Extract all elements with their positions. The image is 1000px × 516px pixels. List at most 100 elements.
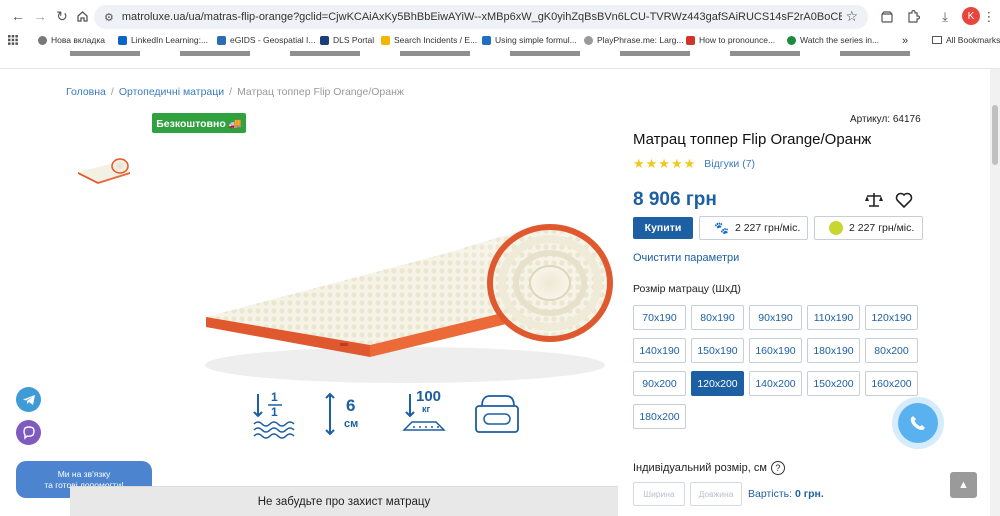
firmness-ratio-bottom: 1 — [271, 405, 278, 419]
size-label: Розмір матрацу (ШхД) — [633, 283, 741, 295]
clear-params-link[interactable]: Очистити параметри — [633, 252, 739, 264]
custom-size-label: Індивідуальний розмір, см ? — [633, 461, 785, 475]
bookmark-favicon — [584, 35, 593, 45]
bookmark-item[interactable]: Watch the series in... — [787, 35, 879, 45]
size-option-180x200[interactable]: 180x200 — [633, 404, 686, 429]
buy-button[interactable]: Купити — [633, 217, 693, 239]
size-option-110x190[interactable]: 110x190 — [807, 305, 860, 330]
site-settings-icon[interactable]: ⚙ — [104, 11, 114, 24]
size-option-160x190[interactable]: 160x190 — [749, 338, 802, 363]
apps-grid-icon[interactable] — [8, 35, 18, 45]
bookmark-item[interactable]: PlayPhrase.me: Larg... — [584, 35, 683, 45]
size-option-160x200[interactable]: 160x200 — [865, 371, 918, 396]
browser-toolbar: ← → ↻ ⚙ matroluxe.ua/ua/matras-flip-oran… — [0, 0, 1000, 33]
bookmark-item[interactable]: Search Incidents / E... — [381, 35, 477, 45]
telegram-button[interactable] — [16, 387, 41, 412]
feature-icons-row: 1 1 6 см 100 кг — [250, 388, 530, 440]
forward-icon[interactable]: → — [28, 4, 52, 28]
menu-kebab-icon[interactable]: ⋮ — [982, 6, 996, 28]
height-value: 6 — [346, 396, 356, 415]
size-option-80x200[interactable]: 80x200 — [865, 338, 918, 363]
installment-button-mono[interactable]: 2 227 грн/міс. — [814, 216, 923, 240]
extension-icon[interactable] — [876, 6, 898, 28]
bookmark-favicon — [118, 35, 127, 45]
length-input[interactable]: Довжина — [690, 482, 742, 506]
bookmark-item[interactable]: DLS Portal — [320, 35, 374, 45]
size-option-90x200[interactable]: 90x200 — [633, 371, 686, 396]
bookmark-item[interactable]: How to pronounce... — [686, 35, 775, 45]
home-icon[interactable] — [70, 4, 94, 28]
bookmark-favicon — [482, 35, 491, 45]
installment-button-paw[interactable]: 🐾 2 227 грн/міс. — [699, 216, 808, 240]
puzzle-icon[interactable] — [902, 6, 924, 28]
compare-scales-icon[interactable] — [865, 191, 883, 209]
size-option-80x190[interactable]: 80x190 — [691, 305, 744, 330]
free-delivery-badge: Безкоштовно 🚚 — [152, 113, 246, 133]
telegram-icon — [22, 394, 35, 405]
site-nav-menu[interactable] — [70, 51, 920, 56]
folder-icon — [932, 36, 942, 44]
breadcrumb-separator: / — [110, 86, 114, 98]
back-icon[interactable]: ← — [6, 4, 30, 28]
phone-icon — [910, 416, 925, 430]
callback-phone-button[interactable] — [898, 403, 938, 443]
star-icons: ★★★★★ — [633, 156, 697, 171]
address-bar[interactable]: ⚙ matroluxe.ua/ua/matras-flip-orange?gcl… — [94, 5, 868, 29]
breadcrumb-separator: / — [229, 86, 233, 98]
breadcrumb-home-link[interactable]: Головна — [66, 86, 106, 98]
bookmarks-overflow-icon[interactable]: » — [902, 35, 908, 47]
bookmark-star-icon[interactable]: ☆ — [845, 8, 858, 25]
size-option-120x190[interactable]: 120x190 — [865, 305, 918, 330]
product-sku: Артикул: 64176 — [850, 114, 921, 125]
product-main-image[interactable] — [190, 195, 620, 395]
bookmark-favicon — [320, 35, 329, 45]
bank-logo-icon — [829, 221, 843, 235]
bookmark-item[interactable]: Using simple formul... — [482, 35, 577, 45]
size-option-70x190[interactable]: 70x190 — [633, 305, 686, 330]
viber-icon — [22, 425, 35, 440]
product-thumbnail[interactable] — [72, 150, 136, 186]
size-option-120x200[interactable]: 120x200 — [691, 371, 744, 396]
width-input[interactable]: Ширина — [633, 482, 685, 506]
url-text: matroluxe.ua/ua/matras-flip-orange?gclid… — [121, 11, 842, 23]
mattress-protection-bar[interactable]: Не забудьте про захист матрацу — [70, 486, 618, 516]
max-load-unit: кг — [422, 404, 431, 414]
vacuum-packed-icon — [475, 395, 519, 433]
size-option-90x190[interactable]: 90x190 — [749, 305, 802, 330]
size-option-150x200[interactable]: 150x200 — [807, 371, 860, 396]
reviews-link[interactable]: Відгуки (7) — [704, 158, 755, 170]
download-icon[interactable]: ⤓ — [934, 6, 956, 28]
breadcrumb: Головна / Ортопедичні матраци / Матрац топпе… — [66, 86, 404, 98]
bookmark-item[interactable]: eGIDS - Geospatial I... — [217, 35, 316, 45]
page-scrollbar-thumb[interactable] — [992, 105, 998, 165]
custom-cost: Вартість: 0 грн. — [748, 488, 824, 500]
profile-avatar[interactable]: K — [962, 7, 980, 25]
bookmark-item[interactable]: LinkedIn Learning:... — [118, 35, 208, 45]
product-title: Матрац топпер Flip Orange/Оранж — [633, 131, 872, 148]
bookmarks-bar: Нова вкладка LinkedIn Learning:... eGIDS… — [0, 33, 1000, 49]
paw-icon: 🐾 — [714, 221, 729, 235]
bookmark-favicon — [38, 35, 47, 45]
scroll-to-top-button[interactable]: ▲ — [950, 472, 977, 498]
firmness-ratio-top: 1 — [271, 390, 278, 404]
height-unit: см — [344, 418, 359, 430]
bookmark-item[interactable]: Нова вкладка — [38, 35, 105, 45]
max-load-value: 100 — [416, 388, 442, 405]
bookmark-favicon — [381, 35, 390, 45]
breadcrumb-category-link[interactable]: Ортопедичні матраци — [119, 86, 224, 98]
bookmark-favicon — [217, 35, 226, 45]
all-bookmarks-folder[interactable]: All Bookmarks — [932, 35, 1000, 45]
size-option-180x190[interactable]: 180x190 — [807, 338, 860, 363]
viber-button[interactable] — [16, 420, 41, 445]
size-option-140x190[interactable]: 140x190 — [633, 338, 686, 363]
wishlist-heart-icon[interactable] — [895, 191, 913, 209]
rating-stars: ★★★★★ Відгуки (7) — [633, 156, 755, 172]
size-option-150x190[interactable]: 150x190 — [691, 338, 744, 363]
bookmark-favicon — [787, 35, 796, 45]
bookmark-favicon — [686, 35, 695, 45]
breadcrumb-current: Матрац топпер Flip Orange/Оранж — [237, 86, 404, 98]
site-nav-clipped — [0, 49, 1000, 69]
size-option-140x200[interactable]: 140x200 — [749, 371, 802, 396]
help-question-icon[interactable]: ? — [770, 461, 785, 475]
product-price: 8 906 грн — [633, 189, 717, 210]
